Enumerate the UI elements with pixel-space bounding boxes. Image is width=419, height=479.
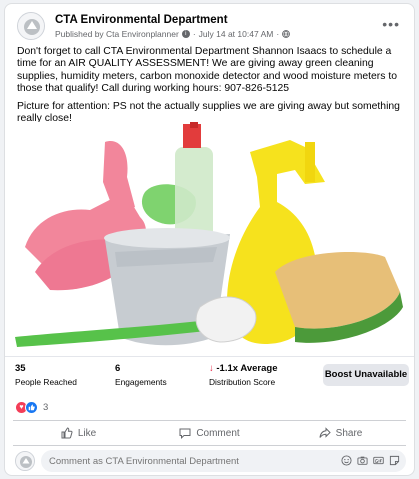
post-paragraph-1: Don't forget to call CTA Environmental D… — [17, 46, 398, 95]
page-avatar[interactable] — [17, 12, 45, 40]
page-name[interactable]: CTA Environmental Department — [55, 14, 228, 26]
comment-button[interactable]: Comment — [144, 421, 275, 445]
camera-icon[interactable] — [357, 455, 368, 466]
comment-label: Comment — [196, 427, 240, 439]
post-paragraph-2-text: Picture for attention: PS not the actual… — [17, 100, 400, 125]
reaction-summary[interactable]: ♥ 3 — [15, 400, 48, 414]
post-meta: Published by Cta Environplanner i · July… — [55, 29, 291, 39]
globe-icon — [282, 30, 291, 38]
more-options-button[interactable]: ••• — [382, 16, 400, 32]
post-card: CTA Environmental Department Published b… — [4, 3, 415, 476]
engagements-label: Engagements — [115, 377, 167, 387]
info-icon[interactable]: i — [181, 30, 190, 38]
boost-button[interactable]: Boost Unavailable — [323, 364, 409, 386]
separator: · — [192, 29, 196, 39]
gif-icon[interactable] — [373, 455, 384, 466]
engagements-stat[interactable]: 6 Engagements — [115, 363, 167, 387]
people-reached-label: People Reached — [15, 377, 77, 387]
share-label: Share — [335, 427, 363, 439]
post-image[interactable] — [5, 122, 414, 354]
smiley-icon[interactable] — [341, 455, 352, 466]
like-label: Like — [77, 427, 97, 439]
commenter-avatar[interactable] — [15, 451, 35, 471]
post-actions: Like Comment Share — [13, 420, 406, 446]
published-by[interactable]: Published by Cta Environplanner — [55, 29, 179, 39]
post-insights: 35 People Reached 6 Engagements ↓ -1.1x … — [5, 356, 414, 392]
post-date[interactable]: July 14 at 10:47 AM — [199, 29, 274, 39]
like-icon — [25, 400, 38, 414]
share-button[interactable]: Share — [275, 421, 406, 445]
people-reached-stat[interactable]: 35 People Reached — [15, 363, 77, 387]
arrow-down-icon: ↓ — [209, 363, 214, 374]
sticker-icon[interactable] — [389, 455, 400, 466]
distribution-score-stat[interactable]: ↓ -1.1x Average Distribution Score — [209, 363, 277, 387]
distribution-score-value: ↓ -1.1x Average — [209, 363, 277, 374]
people-reached-value: 35 — [15, 363, 26, 374]
share-icon — [319, 427, 331, 438]
comment-icon — [179, 428, 191, 439]
post-header: CTA Environmental Department Published b… — [17, 12, 404, 44]
distribution-score-text: -1.1x Average — [216, 363, 278, 374]
comment-tools — [341, 455, 400, 466]
like-icon — [61, 427, 73, 439]
engagements-value: 6 — [115, 363, 121, 374]
separator: · — [276, 29, 280, 39]
comment-composer — [15, 450, 406, 472]
cleaning-supplies-photo — [5, 122, 414, 354]
like-button[interactable]: Like — [13, 421, 144, 445]
distribution-score-label: Distribution Score — [209, 377, 276, 387]
reaction-count: 3 — [43, 401, 49, 413]
